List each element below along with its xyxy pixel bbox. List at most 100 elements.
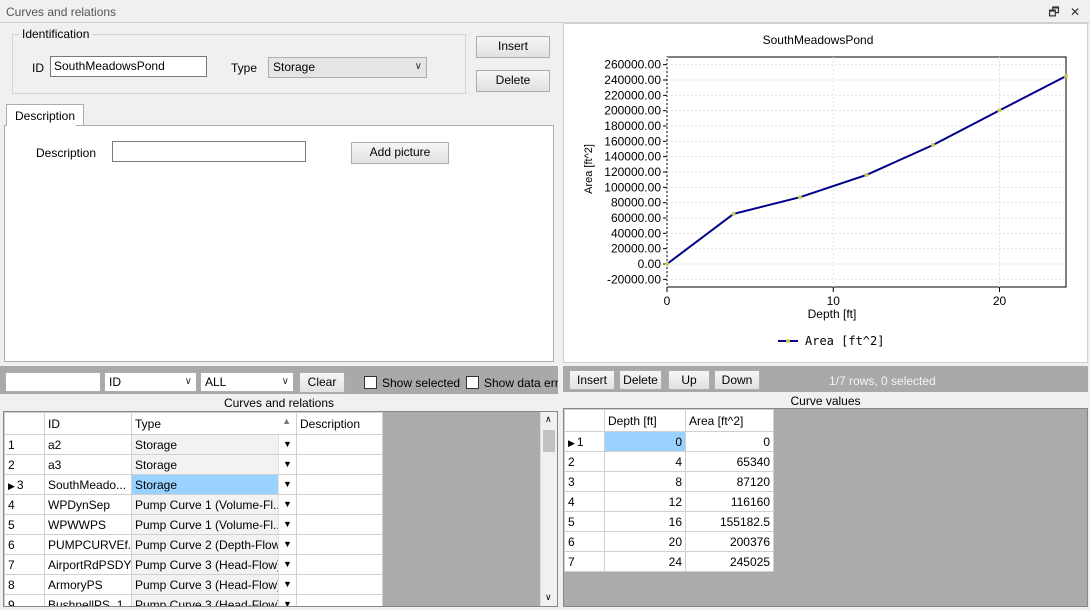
row-header[interactable]: 4 — [564, 491, 605, 512]
table-row[interactable]: 1 a2 Storage ▼ — [4, 434, 383, 455]
add-picture-button[interactable]: Add picture — [351, 142, 449, 164]
row-header[interactable]: 4 — [4, 494, 45, 515]
filter-search-input[interactable] — [5, 372, 101, 392]
row-header[interactable]: 7 — [4, 554, 45, 575]
dropdown-arrow-icon[interactable]: ▼ — [278, 515, 296, 534]
delete-value-button[interactable]: Delete — [619, 370, 662, 390]
depth-cell[interactable]: 12 — [604, 491, 686, 512]
area-cell[interactable]: 200376 — [685, 531, 774, 552]
description-cell[interactable] — [296, 534, 383, 555]
column-header-depth[interactable]: Depth [ft] — [604, 409, 686, 432]
id-cell[interactable]: WPDynSep — [44, 494, 132, 515]
insert-value-button[interactable]: Insert — [569, 370, 615, 390]
move-up-button[interactable]: Up — [668, 370, 710, 390]
row-header[interactable]: 5 — [4, 514, 45, 535]
table-row[interactable]: 3 8 87120 — [564, 471, 774, 492]
area-cell[interactable]: 65340 — [685, 451, 774, 472]
type-cell[interactable]: Pump Curve 2 (Depth-Flow) ▼ — [131, 534, 297, 555]
type-select[interactable]: Storage ∨ — [268, 57, 427, 78]
scroll-up-icon[interactable]: ∧ — [545, 414, 552, 425]
area-cell[interactable]: 116160 — [685, 491, 774, 512]
dropdown-arrow-icon[interactable]: ▼ — [278, 535, 296, 554]
depth-cell[interactable]: 16 — [604, 511, 686, 532]
filter-type-select[interactable]: ALL ∨ — [200, 372, 294, 392]
dropdown-arrow-icon[interactable]: ▼ — [278, 495, 296, 514]
id-cell[interactable]: WPWWPS — [44, 514, 132, 535]
dropdown-arrow-icon[interactable]: ▼ — [278, 555, 296, 574]
filter-column-select[interactable]: ID ∨ — [104, 372, 197, 392]
area-cell[interactable]: 155182.5 — [685, 511, 774, 532]
row-header[interactable]: ▶ 3 — [4, 474, 45, 495]
table-row[interactable]: ▶ 3 SouthMeado... Storage ▼ — [4, 474, 383, 495]
row-header[interactable]: 5 — [564, 511, 605, 532]
type-cell[interactable]: Pump Curve 1 (Volume-Fl... ▼ — [131, 514, 297, 535]
dropdown-arrow-icon[interactable]: ▼ — [278, 595, 296, 606]
id-cell[interactable]: a3 — [44, 454, 132, 475]
restore-icon[interactable]: 🗗 — [1046, 4, 1062, 20]
dropdown-arrow-icon[interactable]: ▼ — [278, 455, 296, 474]
scroll-down-icon[interactable]: ∨ — [545, 592, 552, 603]
type-cell[interactable]: Storage ▼ — [131, 454, 297, 475]
table-row[interactable]: 4 12 116160 — [564, 491, 774, 512]
row-header[interactable]: 6 — [4, 534, 45, 555]
depth-cell[interactable]: 8 — [604, 471, 686, 492]
show-data-errors-checkbox[interactable] — [466, 376, 479, 389]
id-cell[interactable]: AirportRdPSDYN — [44, 554, 132, 575]
table-row[interactable]: 5 16 155182.5 — [564, 511, 774, 532]
table-row[interactable]: 2 a3 Storage ▼ — [4, 454, 383, 475]
description-cell[interactable] — [296, 494, 383, 515]
id-cell[interactable]: BushnellPS_1 — [44, 594, 132, 606]
move-down-button[interactable]: Down — [714, 370, 760, 390]
close-icon[interactable]: ✕ — [1067, 4, 1083, 20]
description-cell[interactable] — [296, 514, 383, 535]
description-cell[interactable] — [296, 554, 383, 575]
dropdown-arrow-icon[interactable]: ▼ — [278, 435, 296, 454]
clear-filter-button[interactable]: Clear — [299, 372, 345, 393]
depth-cell[interactable]: 0 — [604, 431, 686, 452]
column-header-area[interactable]: Area [ft^2] — [685, 409, 774, 432]
description-cell[interactable] — [296, 594, 383, 606]
id-cell[interactable]: SouthMeado... — [44, 474, 132, 495]
column-header-id[interactable]: ID — [44, 412, 132, 435]
column-header-type[interactable]: Type ▲ — [131, 412, 297, 435]
table-row[interactable]: 7 AirportRdPSDYN Pump Curve 3 (Head-Flow) ▼ — [4, 554, 383, 575]
table-row[interactable]: 5 WPWWPS Pump Curve 1 (Volume-Fl... ▼ — [4, 514, 383, 535]
row-header[interactable]: 3 — [564, 471, 605, 492]
table-row[interactable]: ▶ 1 0 0 — [564, 431, 774, 452]
table-row[interactable]: 4 WPDynSep Pump Curve 1 (Volume-Fl... ▼ — [4, 494, 383, 515]
table-row[interactable]: 6 20 200376 — [564, 531, 774, 552]
show-selected-checkbox[interactable] — [364, 376, 377, 389]
scrollbar-thumb[interactable] — [543, 430, 555, 452]
type-cell[interactable]: Storage ▼ — [131, 434, 297, 455]
id-input[interactable]: SouthMeadowsPond — [50, 56, 207, 77]
row-header[interactable]: 2 — [564, 451, 605, 472]
depth-cell[interactable]: 24 — [604, 551, 686, 572]
insert-curve-button[interactable]: Insert — [476, 36, 550, 58]
column-header-description[interactable]: Description — [296, 412, 383, 435]
type-cell[interactable]: Storage ▼ — [131, 474, 297, 495]
curves-scrollbar[interactable]: ∧ ∨ — [540, 412, 557, 606]
description-cell[interactable] — [296, 454, 383, 475]
depth-cell[interactable]: 20 — [604, 531, 686, 552]
area-cell[interactable]: 245025 — [685, 551, 774, 572]
type-cell[interactable]: Pump Curve 3 (Head-Flow) ▼ — [131, 574, 297, 595]
id-cell[interactable]: PUMPCURVEf... — [44, 534, 132, 555]
table-row[interactable]: 6 PUMPCURVEf... Pump Curve 2 (Depth-Flow) ▼ — [4, 534, 383, 555]
table-row[interactable]: 2 4 65340 — [564, 451, 774, 472]
row-header[interactable]: 2 — [4, 454, 45, 475]
table-row[interactable]: 8 ArmoryPS Pump Curve 3 (Head-Flow) ▼ — [4, 574, 383, 595]
id-cell[interactable]: ArmoryPS — [44, 574, 132, 595]
description-input[interactable] — [112, 141, 306, 162]
area-cell[interactable]: 87120 — [685, 471, 774, 492]
row-header[interactable]: ▶ 1 — [564, 431, 605, 452]
description-cell[interactable] — [296, 434, 383, 455]
depth-cell[interactable]: 4 — [604, 451, 686, 472]
row-header[interactable]: 8 — [4, 574, 45, 595]
row-header[interactable]: 9 — [4, 594, 45, 606]
type-cell[interactable]: Pump Curve 3 (Head-Flow) ▼ — [131, 594, 297, 606]
table-row[interactable]: 9 BushnellPS_1 Pump Curve 3 (Head-Flow) ▼ — [4, 594, 383, 606]
tab-description[interactable]: Description — [6, 104, 85, 126]
row-header[interactable]: 7 — [564, 551, 605, 572]
table-row[interactable]: 7 24 245025 — [564, 551, 774, 572]
delete-curve-button[interactable]: Delete — [476, 70, 550, 92]
